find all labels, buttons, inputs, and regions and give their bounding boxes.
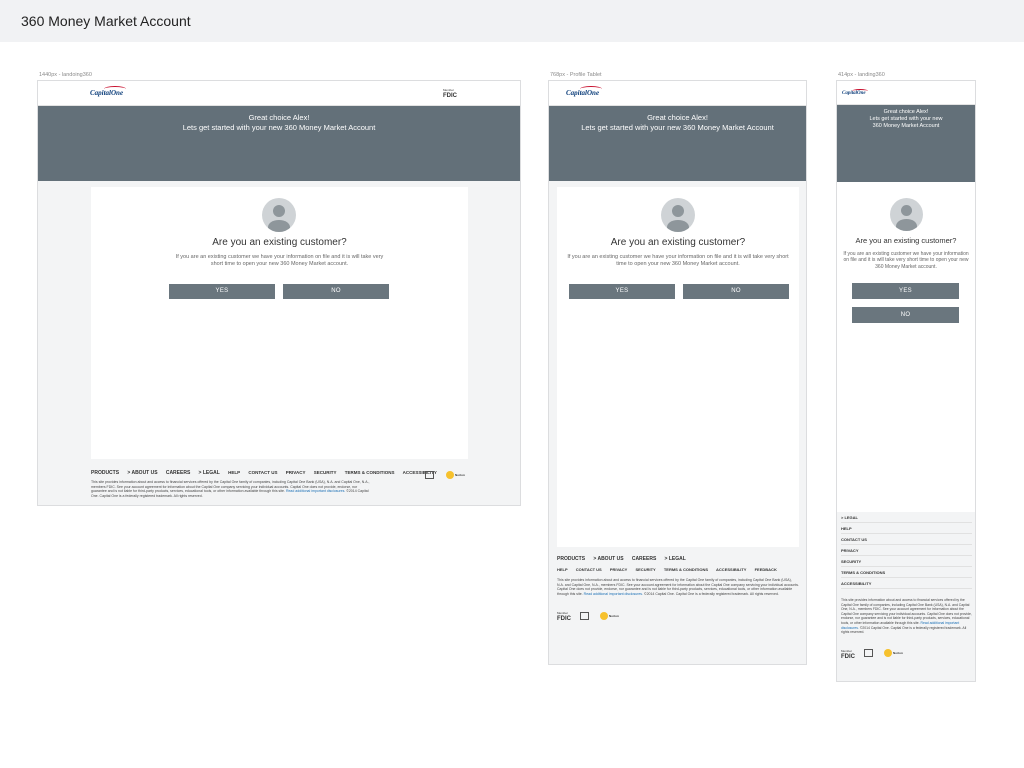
equal-housing-icon xyxy=(580,612,589,620)
footer-link-help[interactable]: HELP xyxy=(557,567,568,572)
hero-greeting: Great choice Alex! xyxy=(248,113,310,122)
footer-link-contact[interactable]: CONTACT US xyxy=(576,567,602,572)
footer-link-about[interactable]: > ABOUT US xyxy=(593,556,623,562)
fdic-badge: Member FDIC xyxy=(841,648,855,660)
footer-link-legal[interactable]: > LEGAL xyxy=(199,470,220,476)
legal-disclosures-link[interactable]: Read additional important disclosures. xyxy=(286,489,345,493)
hero-banner: Great choice Alex! Lets get started with… xyxy=(38,106,520,181)
frame-desktop: CapitalOne Member FDIC Great choice Alex… xyxy=(37,80,521,506)
footer-link-help[interactable]: HELP xyxy=(228,470,240,475)
user-avatar-icon xyxy=(262,198,296,232)
footer-link-products[interactable]: PRODUCTS xyxy=(557,556,585,562)
footer-link-terms[interactable]: TERMS & CONDITIONS xyxy=(664,567,708,572)
question-heading: Are you an existing customer? xyxy=(610,237,746,248)
footer-link-products[interactable]: PRODUCTS xyxy=(91,470,119,476)
question-card: Are you an existing customer? If you are… xyxy=(557,187,799,547)
site-header: CapitalOne xyxy=(549,81,806,106)
hero-subtitle-line1: Lets get started with your new xyxy=(869,116,943,123)
no-button[interactable]: NO xyxy=(683,284,789,299)
frame-label-mobile: 414px - landing360 xyxy=(838,72,885,78)
footer-link-contact[interactable]: CONTACT US xyxy=(248,470,277,475)
legal-copyright: ©2014 Capital One. Capital One is a fede… xyxy=(841,625,967,635)
question-heading: Are you an existing customer? xyxy=(212,237,347,248)
footer-link-privacy[interactable]: PRIVACY xyxy=(841,548,972,556)
footer-link-terms[interactable]: TERMS & CONDITIONS xyxy=(345,470,395,475)
hero-subtitle: Lets get started with your new 360 Money… xyxy=(182,123,376,132)
footer-legal-text: This site provides information about and… xyxy=(91,480,371,499)
yes-button[interactable]: YES xyxy=(852,283,959,299)
footer-link-accessibility[interactable]: ACCESSIBILITY xyxy=(841,581,972,589)
logo-swoosh-icon xyxy=(580,86,602,92)
hero-subtitle-line2: 360 Money Market Account xyxy=(872,123,940,130)
page-title: 360 Money Market Account xyxy=(21,13,191,29)
norton-label: Norton xyxy=(893,651,903,655)
capital-one-logo[interactable]: CapitalOne xyxy=(566,86,602,97)
question-card: Are you an existing customer? If you are… xyxy=(837,182,975,512)
yes-button[interactable]: YES xyxy=(569,284,675,299)
hero-greeting: Great choice Alex! xyxy=(883,109,929,115)
fdic-label: FDIC xyxy=(557,616,571,622)
footer-link-security[interactable]: SECURITY xyxy=(314,470,337,475)
question-heading: Are you an existing customer? xyxy=(855,236,957,245)
norton-label: Norton xyxy=(455,473,465,477)
legal-disclosures-link[interactable]: Read additional important disclosures. xyxy=(584,592,643,596)
hero-greeting: Great choice Alex! xyxy=(647,113,708,122)
logo-swoosh-icon xyxy=(852,89,868,93)
footer-link-privacy[interactable]: PRIVACY xyxy=(610,567,627,572)
fdic-label: FDIC xyxy=(443,93,457,99)
footer-link-privacy[interactable]: PRIVACY xyxy=(286,470,306,475)
frame-label-tablet: 768px - Profile Tablet xyxy=(550,72,602,78)
hero-banner: Great choice Alex! Lets get started with… xyxy=(837,105,975,182)
footer-link-legal[interactable]: > LEGAL xyxy=(665,556,686,562)
site-header: CapitalOne Member FDIC xyxy=(38,81,520,106)
footer-secondary-nav: HELP CONTACT US PRIVACY SECURITY TERMS &… xyxy=(557,567,784,572)
question-description: If you are an existing customer we have … xyxy=(567,254,789,267)
footer-primary-nav: PRODUCTS > ABOUT US CAREERS > LEGAL xyxy=(557,556,693,562)
equal-housing-icon xyxy=(425,471,434,479)
footer-link-feedback[interactable]: FEEDBACK xyxy=(755,567,777,572)
hero-subtitle: Lets get started with your new 360 Money… xyxy=(581,123,774,132)
no-button[interactable]: NO xyxy=(283,284,389,299)
footer-legal-text: This site provides information about and… xyxy=(557,578,799,597)
legal-copyright: ©2014 Capital One. Capital One is a fede… xyxy=(644,592,779,597)
frame-label-desktop: 1440px - landoing360 xyxy=(39,72,92,78)
norton-secured-icon xyxy=(884,649,892,657)
capital-one-logo[interactable]: CapitalOne xyxy=(842,89,868,96)
fdic-badge: Member FDIC xyxy=(557,610,571,622)
yes-button[interactable]: YES xyxy=(169,284,275,299)
frame-mobile: CapitalOne Great choice Alex! Lets get s… xyxy=(836,80,976,682)
footer-link-about[interactable]: > ABOUT US xyxy=(127,470,157,476)
norton-secured-icon xyxy=(446,471,454,479)
no-button[interactable]: NO xyxy=(852,307,959,323)
logo-swoosh-icon xyxy=(104,86,126,92)
footer-link-security[interactable]: SECURITY xyxy=(635,567,655,572)
footer-link-help[interactable]: HELP xyxy=(841,526,972,534)
footer-link-contact[interactable]: CONTACT US xyxy=(841,537,972,545)
footer-primary-nav: PRODUCTS > ABOUT US CAREERS > LEGAL HELP… xyxy=(91,470,444,476)
footer-link-legal[interactable]: > LEGAL xyxy=(841,515,972,523)
norton-label: Norton xyxy=(609,614,619,618)
footer-link-security[interactable]: SECURITY xyxy=(841,559,972,567)
equal-housing-icon xyxy=(864,649,873,657)
question-card: Are you an existing customer? If you are… xyxy=(91,187,468,459)
user-avatar-icon xyxy=(661,198,695,232)
fdic-badge: Member FDIC xyxy=(443,87,457,99)
capital-one-logo[interactable]: CapitalOne xyxy=(90,86,126,97)
user-avatar-icon xyxy=(890,198,923,231)
footer-legal-text: This site provides information about and… xyxy=(841,598,973,635)
fdic-label: FDIC xyxy=(841,654,855,660)
site-header: CapitalOne xyxy=(837,81,975,105)
hero-banner: Great choice Alex! Lets get started with… xyxy=(549,106,806,181)
question-description: If you are an existing customer we have … xyxy=(175,254,384,267)
norton-secured-icon xyxy=(600,612,608,620)
top-bar: 360 Money Market Account xyxy=(0,0,1024,42)
frame-tablet: CapitalOne Great choice Alex! Lets get s… xyxy=(548,80,807,665)
footer-link-careers[interactable]: CAREERS xyxy=(166,470,190,476)
footer-link-careers[interactable]: CAREERS xyxy=(632,556,656,562)
footer-link-accessibility[interactable]: ACCESSIBILITY xyxy=(716,567,746,572)
question-description: If you are an existing customer we have … xyxy=(843,251,969,270)
footer-link-terms[interactable]: TERMS & CONDITIONS xyxy=(841,570,972,578)
